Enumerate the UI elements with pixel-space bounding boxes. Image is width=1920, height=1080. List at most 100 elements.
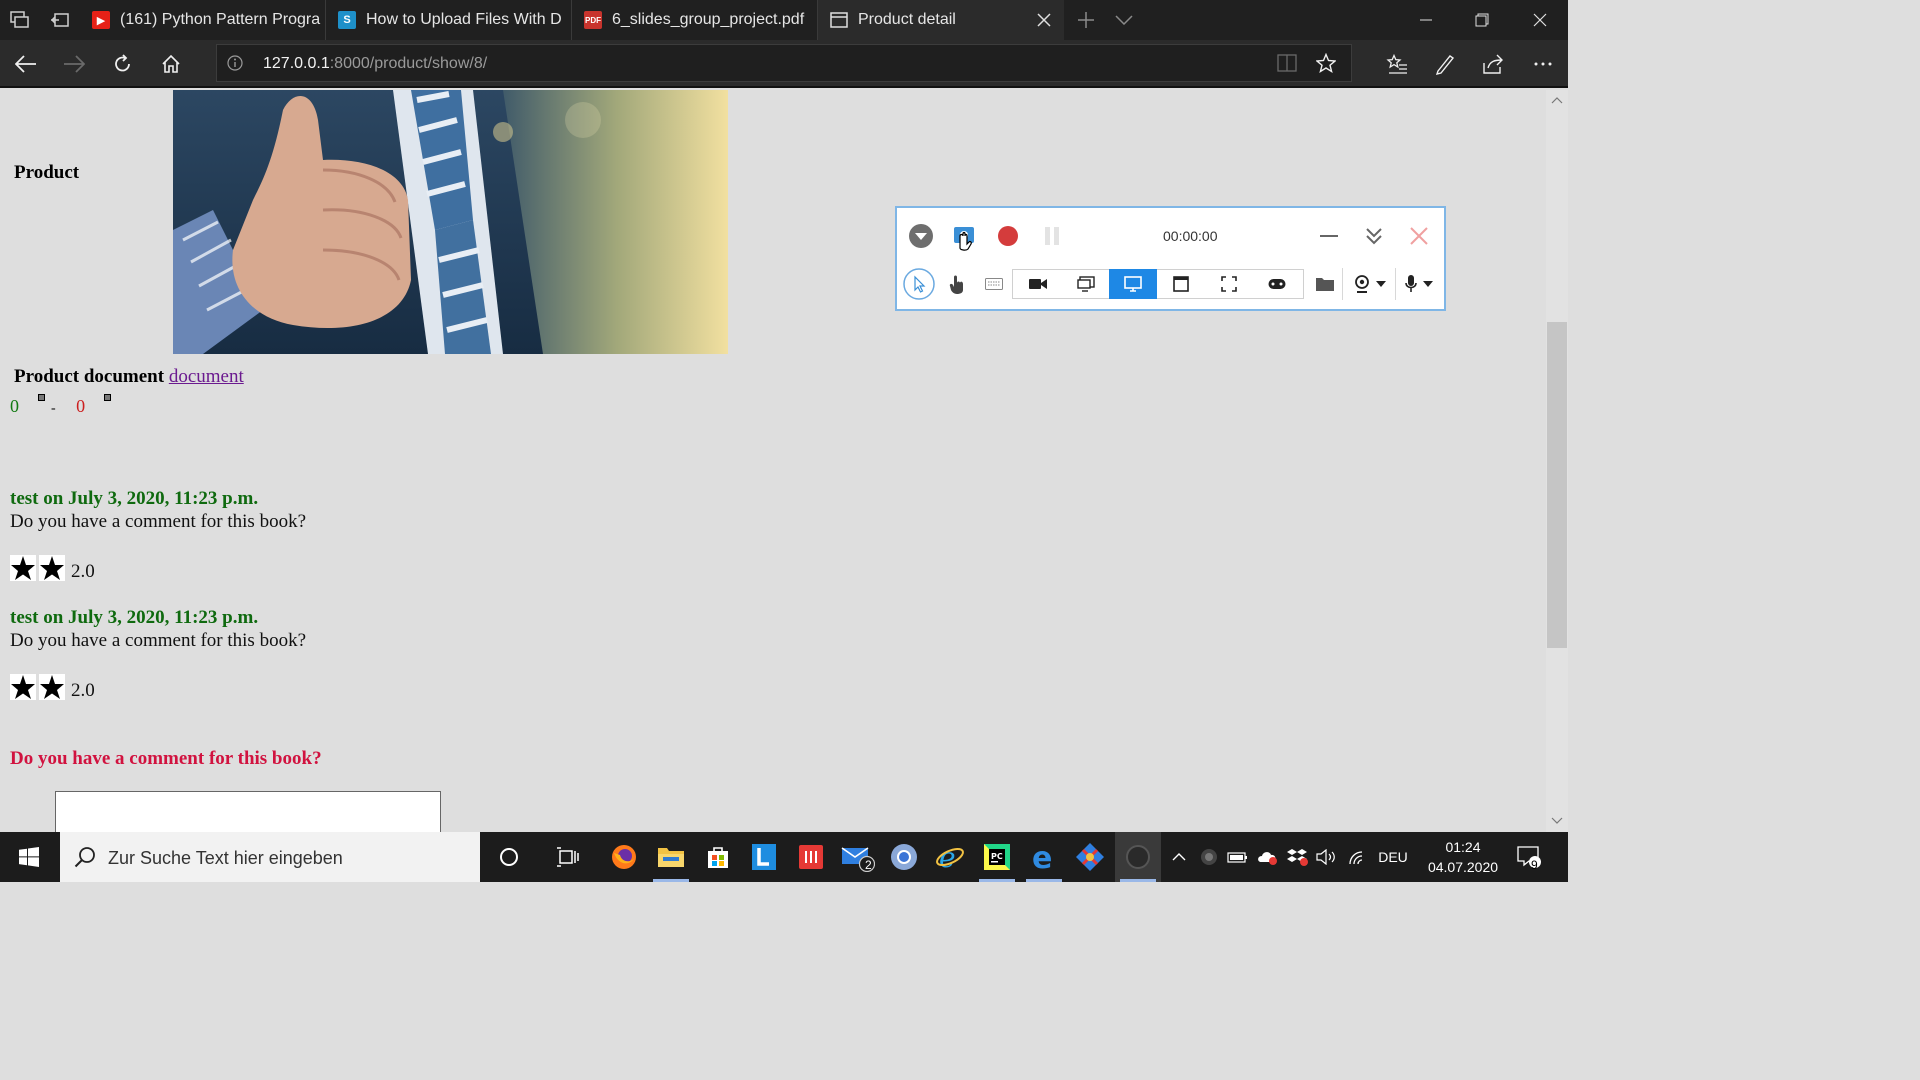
internet-explorer-icon[interactable]: e: [927, 832, 973, 882]
tab-list-chevron-icon[interactable]: [1112, 8, 1136, 32]
svg-text:e: e: [939, 842, 956, 872]
set-aside-tabs-icon[interactable]: [48, 8, 72, 32]
url-text[interactable]: 127.0.0.1:8000/product/show/8/: [263, 55, 487, 73]
address-bar[interactable]: 127.0.0.1:8000/product/show/8/: [216, 44, 1352, 82]
pycharm-icon[interactable]: PC: [974, 832, 1020, 882]
keyboard-icon[interactable]: [983, 274, 1005, 294]
refresh-icon[interactable]: [111, 52, 135, 76]
recorder-app-icon[interactable]: [1115, 832, 1161, 882]
downvote-count: 0: [76, 396, 86, 416]
microsoft-store-icon[interactable]: [695, 832, 741, 882]
upvote-button[interactable]: [37, 394, 45, 401]
product-label: Product: [14, 162, 80, 183]
mail-badge-count: 2: [865, 858, 872, 872]
mail-icon[interactable]: 2: [835, 832, 881, 882]
star-icon: [39, 674, 65, 700]
comment-textarea[interactable]: [55, 791, 441, 832]
site-info-icon[interactable]: [227, 55, 243, 76]
comment-rating: 2.0: [10, 674, 95, 700]
record-button-icon[interactable]: [996, 224, 1020, 248]
gamepad-icon[interactable]: [1266, 274, 1288, 294]
l-app-icon[interactable]: [741, 832, 787, 882]
pointer-cursor-icon[interactable]: [903, 268, 935, 300]
tray-circle-icon[interactable]: [1198, 832, 1220, 882]
document-link[interactable]: document: [169, 366, 244, 387]
click-hand-icon[interactable]: [947, 274, 967, 296]
search-icon: [74, 847, 95, 868]
downvote-button[interactable]: [103, 394, 111, 401]
tab-title: 6_slides_group_project.pdf: [612, 11, 805, 28]
comment-text: Do you have a comment for this book?: [10, 630, 307, 651]
tab-youtube[interactable]: ▶ (161) Python Pattern Progra: [80, 0, 326, 40]
back-arrow-icon[interactable]: [14, 52, 38, 76]
red-bars-app-icon[interactable]: [788, 832, 834, 882]
more-menu-icon[interactable]: [1531, 52, 1555, 76]
recorder-close-icon[interactable]: [1407, 224, 1431, 248]
favorite-star-icon[interactable]: [1315, 52, 1337, 78]
tab-title: Product detail: [858, 11, 956, 28]
close-window-icon[interactable]: [1512, 0, 1568, 40]
product-document-line: Product document document: [14, 366, 244, 388]
window-capture-icon[interactable]: [1075, 274, 1097, 294]
pdf-icon: PDF: [584, 11, 602, 29]
screenshot-camera-icon[interactable]: [950, 223, 978, 251]
volume-icon[interactable]: [1315, 832, 1337, 882]
minimize-window-icon[interactable]: [1398, 0, 1454, 40]
microphone-dropdown[interactable]: [1399, 274, 1439, 294]
pen-notes-icon[interactable]: [1433, 52, 1457, 76]
chrome-icon[interactable]: [881, 832, 927, 882]
recorder-minimize-icon[interactable]: [1317, 224, 1341, 248]
scroll-down-icon[interactable]: [1551, 817, 1563, 825]
url-path: :8000/product/show/8/: [329, 55, 488, 72]
show-hidden-icons-chevron-icon[interactable]: [1168, 832, 1190, 882]
taskbar-clock[interactable]: 01:24 04.07.2020: [1418, 837, 1508, 877]
recorder-collapse-icon[interactable]: [1362, 223, 1386, 249]
app-window-icon[interactable]: [1170, 274, 1192, 294]
browser-toolbar: 127.0.0.1:8000/product/show/8/: [0, 40, 1568, 88]
windows-start-icon[interactable]: [6, 832, 52, 882]
rating-value: 2.0: [71, 680, 95, 701]
wifi-icon[interactable]: [1345, 832, 1369, 882]
cortana-icon[interactable]: [486, 832, 532, 882]
video-camera-icon[interactable]: [1027, 274, 1049, 294]
action-center-icon[interactable]: 9: [1512, 832, 1546, 882]
onedrive-error-icon[interactable]: [1256, 832, 1280, 882]
scroll-up-icon[interactable]: [1551, 96, 1563, 104]
tab-upload-files[interactable]: S How to Upload Files With D: [326, 0, 572, 40]
search-placeholder: Zur Suche Text hier eingeben: [108, 848, 343, 868]
tab-preview-icon[interactable]: [8, 8, 32, 32]
battery-icon[interactable]: [1226, 832, 1250, 882]
dropbox-error-icon[interactable]: [1286, 832, 1310, 882]
tab-pdf[interactable]: PDF 6_slides_group_project.pdf: [572, 0, 818, 40]
screen-mode[interactable]: [1109, 269, 1157, 299]
recording-timer: 00:00:00: [1163, 228, 1218, 244]
folder-icon[interactable]: [1314, 274, 1336, 294]
new-tab-icon[interactable]: [1074, 8, 1098, 32]
tab-title: (161) Python Pattern Progra: [120, 11, 321, 28]
taskbar-search-box[interactable]: Zur Suche Text hier eingeben: [60, 832, 480, 882]
recorder-divider: [1342, 268, 1343, 300]
favorites-list-icon[interactable]: [1385, 52, 1409, 76]
close-tab-icon[interactable]: [1034, 10, 1054, 30]
tab-product-detail[interactable]: Product detail: [818, 0, 1064, 40]
home-icon[interactable]: [159, 52, 183, 76]
share-icon[interactable]: [1481, 52, 1505, 76]
pause-icon[interactable]: [1040, 224, 1064, 248]
edge-icon[interactable]: e: [1021, 832, 1067, 882]
webcam-dropdown[interactable]: [1349, 274, 1391, 294]
page-scrollbar[interactable]: [1546, 90, 1568, 832]
comment-author-line: test on July 3, 2020, 11:23 p.m.: [10, 488, 259, 509]
s-site-icon: S: [338, 11, 356, 29]
vote-row: 0 - 0: [10, 394, 111, 417]
firefox-icon[interactable]: [601, 832, 647, 882]
restore-window-icon[interactable]: [1454, 0, 1510, 40]
forward-arrow-icon[interactable]: [62, 52, 86, 76]
fullscreen-region-icon[interactable]: [1218, 274, 1240, 294]
git-tool-icon[interactable]: [1067, 832, 1113, 882]
reading-view-icon[interactable]: [1277, 54, 1297, 77]
recorder-menu-icon[interactable]: [908, 223, 934, 249]
file-explorer-icon[interactable]: [648, 832, 694, 882]
task-view-icon[interactable]: [545, 832, 591, 882]
language-indicator[interactable]: DEU: [1374, 832, 1412, 882]
scrollbar-thumb[interactable]: [1547, 322, 1567, 648]
